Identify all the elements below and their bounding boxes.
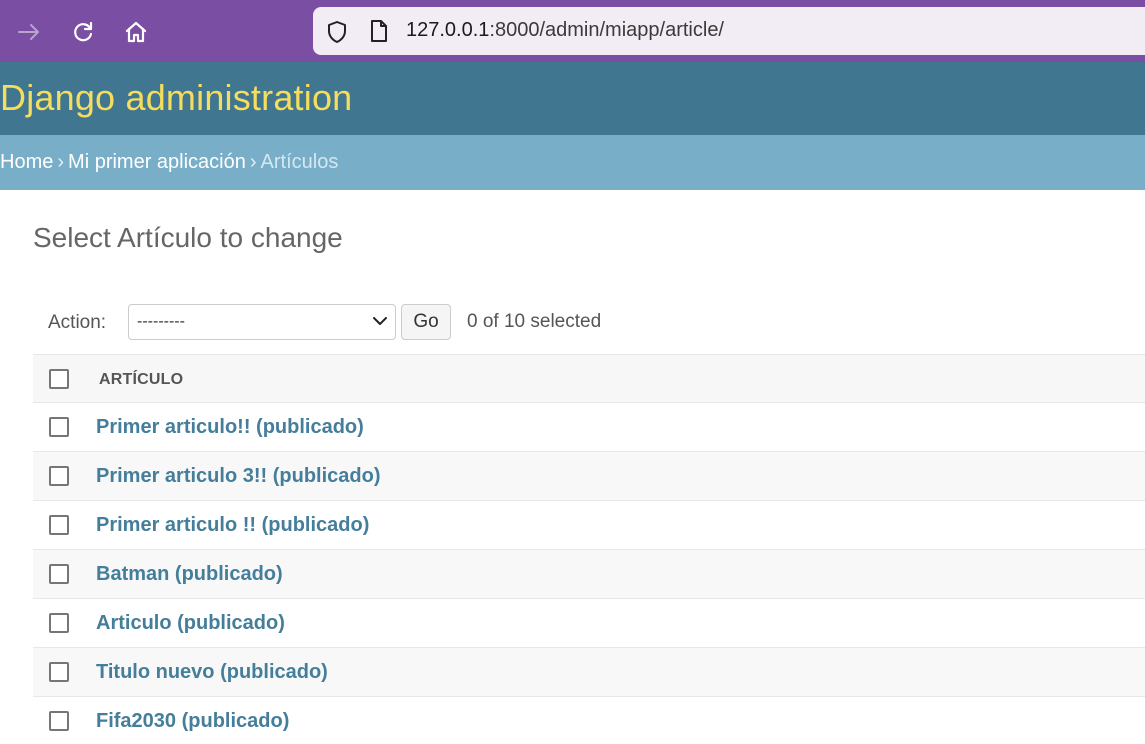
home-button[interactable]: [118, 13, 154, 51]
table-row: Fifa2030 (publicado): [33, 697, 1145, 744]
select-all-checkbox[interactable]: [49, 369, 69, 389]
row-link[interactable]: Batman (publicado): [96, 563, 283, 586]
row-checkbox[interactable]: [49, 711, 69, 731]
actions-bar: Action: --------- Go 0 of 10 selected: [33, 300, 1145, 354]
row-checkbox[interactable]: [49, 466, 69, 486]
row-link[interactable]: Primer articulo 3!! (publicado): [96, 465, 380, 488]
url-host: 127.0.0.1: [406, 19, 490, 41]
page-icon[interactable]: [368, 19, 390, 43]
row-checkbox[interactable]: [49, 417, 69, 437]
shield-icon[interactable]: [325, 20, 349, 44]
address-bar[interactable]: 127.0.0.1:8000/admin/miapp/article/: [313, 7, 1145, 55]
row-link[interactable]: Articulo (publicado): [96, 612, 285, 635]
breadcrumb-current: Artículos: [260, 151, 339, 173]
reload-icon: [74, 21, 93, 42]
selection-counter: 0 of 10 selected: [467, 311, 602, 332]
chevron-down-icon: [373, 317, 387, 325]
reload-button[interactable]: [65, 13, 101, 51]
breadcrumb-separator: ›: [249, 151, 257, 173]
results-table: ARTÍCULO Primer articulo!! (publicado) P…: [33, 354, 1145, 744]
row-link[interactable]: Titulo nuevo (publicado): [96, 661, 328, 684]
table-header: ARTÍCULO: [33, 354, 1145, 403]
column-header-articulo[interactable]: ARTÍCULO: [99, 371, 183, 389]
row-link[interactable]: Primer articulo!! (publicado): [96, 416, 364, 439]
page-title: Select Artículo to change: [33, 222, 343, 253]
forward-arrow-icon: [18, 24, 39, 40]
home-icon: [125, 21, 147, 43]
breadcrumb-separator: ›: [57, 151, 65, 173]
row-checkbox[interactable]: [49, 515, 69, 535]
row-checkbox[interactable]: [49, 564, 69, 584]
breadcrumb: Home › Mi primer aplicación › Artículos: [0, 135, 1145, 190]
table-row: Primer articulo !! (publicado): [33, 501, 1145, 550]
go-button[interactable]: Go: [401, 304, 451, 340]
table-row: Titulo nuevo (publicado): [33, 648, 1145, 697]
action-label: Action:: [48, 312, 107, 333]
site-header: Django administration: [0, 62, 1145, 135]
table-row: Batman (publicado): [33, 550, 1145, 599]
action-select[interactable]: ---------: [128, 304, 396, 340]
table-row: Primer articulo 3!! (publicado): [33, 452, 1145, 501]
forward-button[interactable]: [11, 13, 47, 51]
url-text[interactable]: 127.0.0.1:8000/admin/miapp/article/: [406, 19, 724, 42]
row-checkbox[interactable]: [49, 613, 69, 633]
url-path: :8000/admin/miapp/article/: [489, 19, 724, 41]
row-link[interactable]: Fifa2030 (publicado): [96, 710, 289, 733]
browser-toolbar: 127.0.0.1:8000/admin/miapp/article/: [0, 0, 1145, 62]
row-link[interactable]: Primer articulo !! (publicado): [96, 514, 369, 537]
row-checkbox[interactable]: [49, 662, 69, 682]
site-title[interactable]: Django administration: [0, 77, 352, 119]
action-select-value: ---------: [137, 313, 185, 330]
table-row: Primer articulo!! (publicado): [33, 403, 1145, 452]
table-row: Articulo (publicado): [33, 599, 1145, 648]
breadcrumb-app[interactable]: Mi primer aplicación: [68, 151, 246, 173]
breadcrumb-home[interactable]: Home: [0, 151, 53, 173]
